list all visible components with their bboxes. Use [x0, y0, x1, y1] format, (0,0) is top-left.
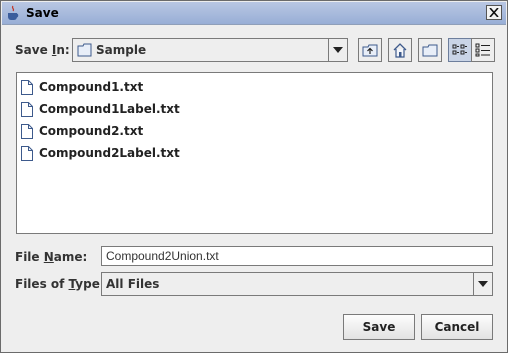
details-view-button[interactable]: [471, 38, 495, 62]
file-icon: [21, 79, 33, 95]
list-item[interactable]: Compound2Label.txt: [21, 143, 180, 163]
file-name-label-suffix: ame:: [53, 250, 88, 264]
file-name: Compound1.txt: [39, 80, 144, 94]
list-item[interactable]: Compound2.txt: [21, 121, 143, 141]
chevron-down-icon: [333, 47, 343, 53]
list-view-button[interactable]: [448, 38, 472, 62]
save-dialog: Save Save In: Sample Compound1.txt Compo…: [0, 0, 508, 353]
file-type-dropdown-button[interactable]: [473, 273, 492, 295]
file-name-label-mnemonic: N: [43, 250, 54, 264]
new-folder-icon: [422, 44, 438, 57]
file-type-combo[interactable]: All Files: [101, 272, 493, 296]
list-item[interactable]: Compound1Label.txt: [21, 99, 180, 119]
close-button[interactable]: [486, 5, 502, 20]
file-type-value: All Files: [106, 277, 160, 291]
file-icon: [21, 101, 33, 117]
up-one-level-button[interactable]: [358, 38, 382, 62]
list-view-icon: [452, 44, 467, 55]
save-in-dropdown-button[interactable]: [328, 39, 347, 61]
folder-icon: [77, 43, 92, 57]
save-in-label-prefix: Save: [15, 43, 52, 57]
file-name: Compound2Label.txt: [39, 146, 180, 160]
file-icon: [21, 123, 33, 139]
home-icon: [393, 42, 407, 58]
list-item[interactable]: Compound1.txt: [21, 77, 143, 97]
details-view-icon: [475, 43, 490, 57]
save-in-combo[interactable]: Sample: [72, 38, 348, 62]
file-name-input[interactable]: [101, 246, 493, 266]
file-type-label: Files of Type:: [15, 277, 105, 291]
save-in-label-suffix: n:: [56, 43, 70, 57]
title-bar[interactable]: Save: [2, 2, 506, 25]
close-icon: [489, 8, 499, 17]
file-icon: [21, 145, 33, 161]
file-name: Compound2.txt: [39, 124, 144, 138]
window-title: Save: [26, 6, 59, 20]
file-name-label: File Name:: [15, 250, 87, 264]
save-in-label: Save In:: [15, 43, 70, 57]
file-name-label-prefix: File: [15, 250, 44, 264]
file-name: Compound1Label.txt: [39, 102, 180, 116]
up-one-level-icon: [362, 44, 378, 57]
home-button[interactable]: [388, 38, 412, 62]
chevron-down-icon: [478, 281, 488, 287]
save-button[interactable]: Save: [343, 314, 415, 340]
file-list[interactable]: Compound1.txt Compound1Label.txt Compoun…: [16, 72, 493, 234]
java-coffee-icon: [8, 5, 19, 20]
cancel-button[interactable]: Cancel: [421, 314, 493, 340]
new-folder-button[interactable]: [418, 38, 442, 62]
file-type-label-prefix: Files of: [15, 277, 69, 291]
save-in-value: Sample: [96, 43, 147, 57]
